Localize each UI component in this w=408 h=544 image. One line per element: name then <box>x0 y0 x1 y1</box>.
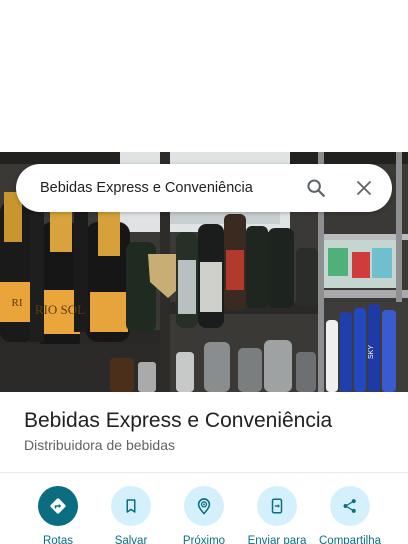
search-icon[interactable] <box>292 164 340 212</box>
share-label: Compartilha <box>319 535 381 544</box>
save-label: Salvar <box>114 535 148 544</box>
label-sky: SKY <box>368 345 375 359</box>
bookmark-icon <box>111 486 151 526</box>
send-to-phone-button[interactable]: Enviar para <box>239 486 315 544</box>
label-rio-sol: RIO SOL <box>35 302 85 317</box>
share-icon <box>330 486 370 526</box>
search-bar[interactable]: Bebidas Express e Conveniência <box>16 164 392 212</box>
send-to-phone-label: Enviar para <box>247 535 307 544</box>
nearby-icon <box>184 486 224 526</box>
place-category: Distribuidora de bebidas <box>24 437 175 453</box>
directions-icon <box>38 486 78 526</box>
search-query[interactable]: Bebidas Express e Conveniência <box>16 180 292 196</box>
action-buttons-row: Rotas Salvar Próximo Enviar para Compart… <box>0 486 408 544</box>
share-button[interactable]: Compartilha <box>312 486 388 544</box>
divider <box>0 472 408 473</box>
close-icon[interactable] <box>340 164 388 212</box>
send-to-phone-icon <box>257 486 297 526</box>
directions-button[interactable]: Rotas <box>20 486 96 544</box>
place-title: Bebidas Express e Conveniência <box>24 409 333 432</box>
directions-label: Rotas <box>42 535 74 544</box>
nearby-button[interactable]: Próximo <box>166 486 242 544</box>
svg-text:RI: RI <box>12 297 23 309</box>
nearby-label: Próximo <box>182 535 226 544</box>
save-button[interactable]: Salvar <box>93 486 169 544</box>
